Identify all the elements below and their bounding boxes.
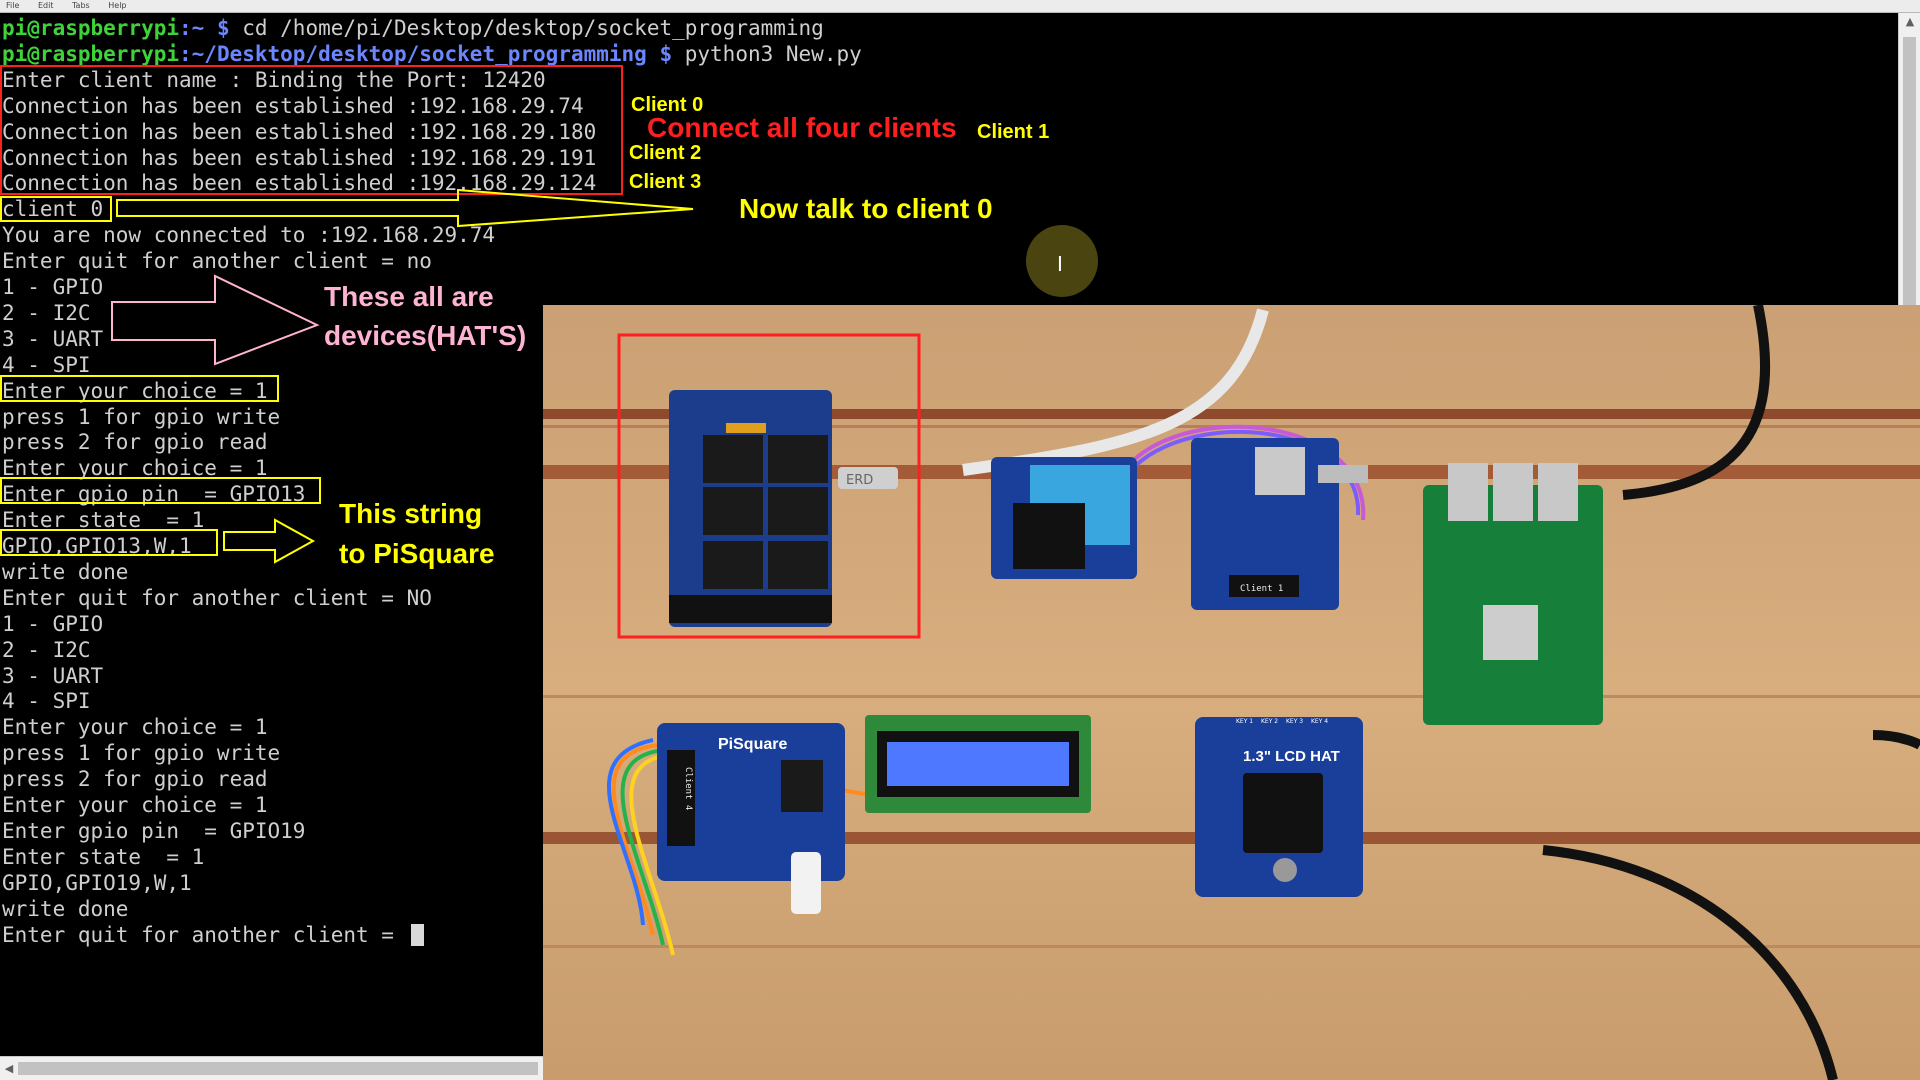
oled-client1-text: Client 1 <box>1240 584 1283 594</box>
client2-label: Client 2 <box>629 142 702 164</box>
client3-label: Client 3 <box>629 171 702 193</box>
relay-plug-text: ERD <box>846 473 873 488</box>
string-label-line1: This string <box>339 498 483 529</box>
devices-arrow-icon <box>111 274 320 366</box>
oled-client4-text: Client 4 <box>683 767 693 810</box>
devices-label-line2: devices(HAT'S) <box>324 320 527 351</box>
ibeam-cursor-icon: I <box>1057 252 1063 276</box>
devices-label-line1: These all are <box>324 281 494 312</box>
string-label-line2: to PiSquare <box>339 538 495 569</box>
string-arrow-icon <box>223 518 316 564</box>
hardware-photo-drawing: ERD Client 1 PiSquare Client 4 1.3" LCD … <box>543 305 1920 1080</box>
key2-label: KEY 2 <box>1261 718 1278 725</box>
client1-label: Client 1 <box>977 121 1050 143</box>
key3-label: KEY 3 <box>1286 718 1303 725</box>
connect-all-label: Connect all four clients <box>647 112 957 143</box>
hardware-photo: ERD Client 1 PiSquare Client 4 1.3" LCD … <box>543 305 1920 1080</box>
key1-label: KEY 1 <box>1236 718 1253 725</box>
pisquare-text: PiSquare <box>718 736 787 753</box>
client0-arrow-icon <box>116 188 694 228</box>
talk-client0-label: Now talk to client 0 <box>739 193 993 224</box>
screenshot: File Edit Tabs Help pi@raspberrypi:~ $ c… <box>0 0 1920 1080</box>
lcd-hat-text: 1.3" LCD HAT <box>1243 748 1340 765</box>
key4-label: KEY 4 <box>1311 718 1328 725</box>
